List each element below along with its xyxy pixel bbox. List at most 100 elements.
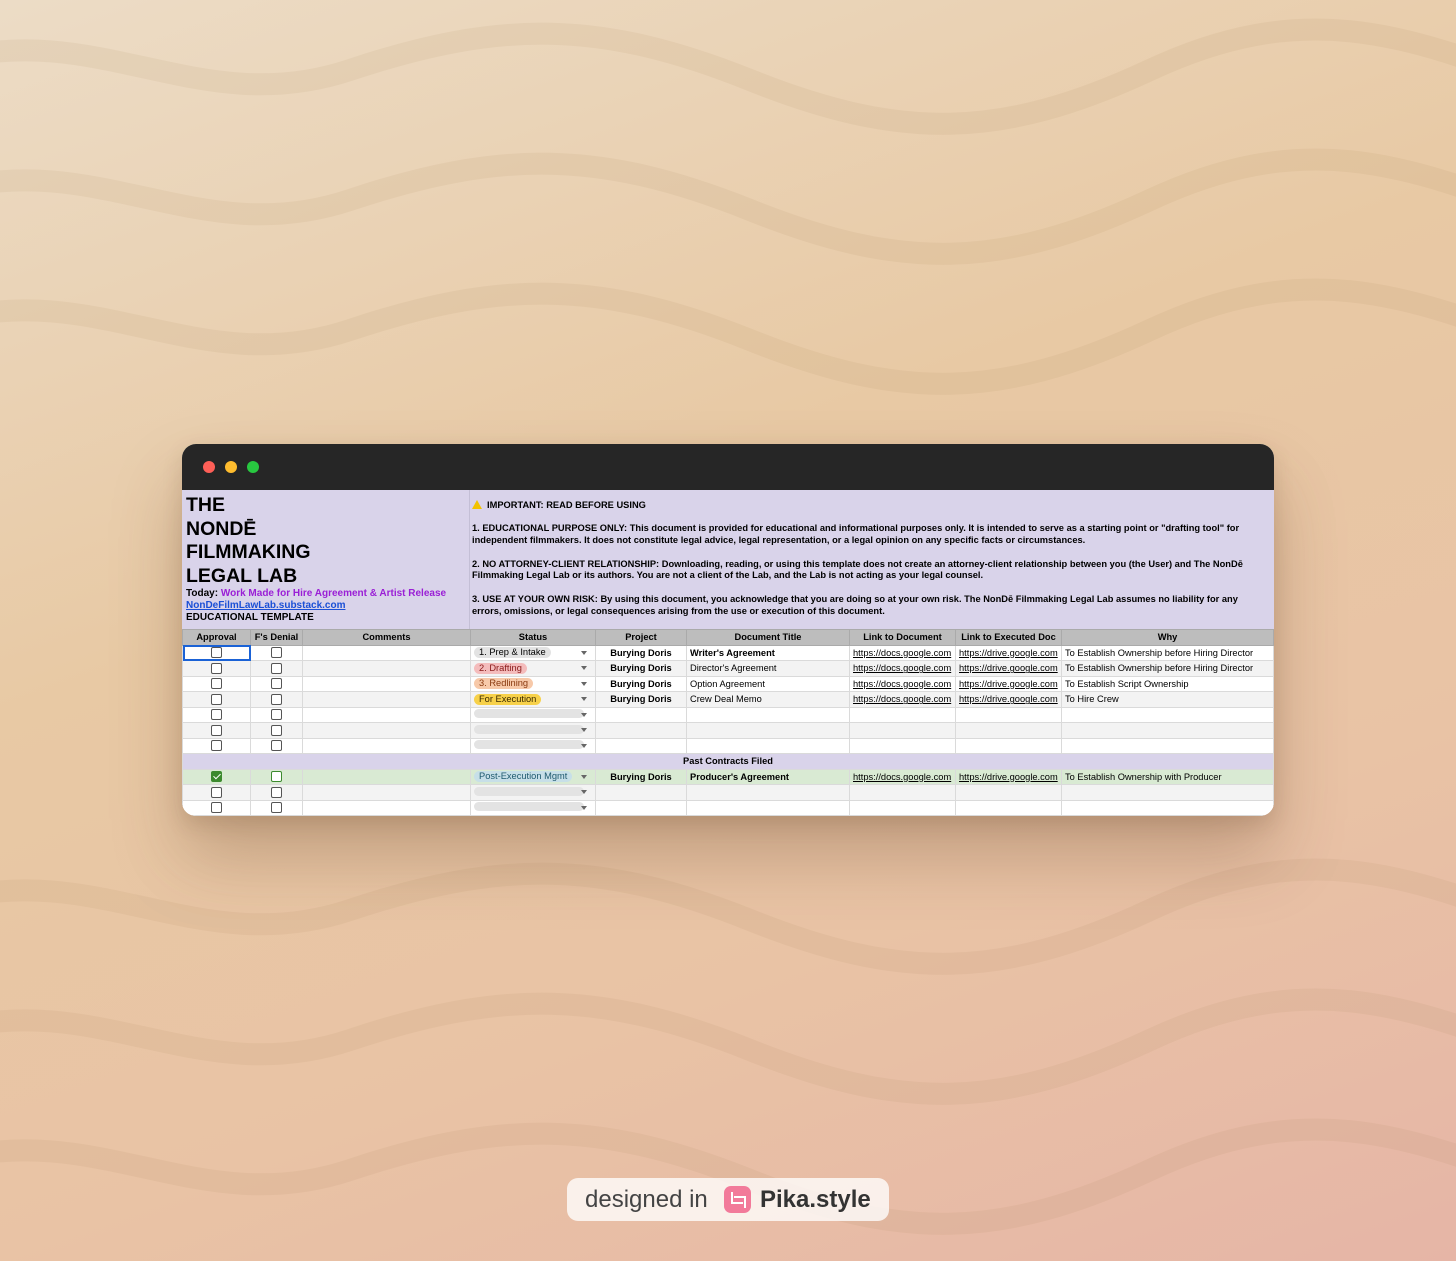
doc-link[interactable]: https://docs.google.com (849, 644, 956, 661)
denial-checkbox[interactable] (271, 786, 282, 798)
why-cell[interactable]: To Hire Crew (1061, 691, 1274, 708)
approval-checkbox[interactable] (211, 662, 222, 674)
denial-cell[interactable] (250, 644, 303, 661)
col-status[interactable]: Status (470, 629, 596, 646)
why-cell[interactable]: To Establish Ownership before Hiring Dir… (1061, 660, 1274, 677)
approval-cell[interactable] (182, 644, 251, 661)
section-label[interactable]: Past Contracts Filed (182, 753, 1274, 770)
status-dropdown[interactable]: 2. Drafting (470, 660, 596, 677)
exec-link[interactable]: https://drive.google.com (955, 644, 1062, 661)
doc-link[interactable]: https://docs.google.com (849, 691, 956, 708)
why-cell[interactable] (1061, 706, 1274, 723)
exec-link[interactable] (955, 784, 1062, 801)
exec-link[interactable]: https://drive.google.com (955, 691, 1062, 708)
title-cell[interactable]: Crew Deal Memo (686, 691, 850, 708)
approval-checkbox-checked[interactable] (211, 771, 222, 783)
project-cell[interactable]: Burying Doris (595, 768, 687, 785)
denial-checkbox[interactable] (271, 724, 282, 736)
why-cell[interactable]: To Establish Ownership before Hiring Dir… (1061, 644, 1274, 661)
project-cell[interactable]: Burying Doris (595, 660, 687, 677)
status-dropdown[interactable]: 3. Redlining (470, 675, 596, 692)
comments-cell[interactable] (302, 799, 471, 816)
status-dropdown[interactable]: Post-Execution Mgmt (470, 768, 596, 785)
why-cell[interactable]: To Establish Ownership with Producer (1061, 768, 1274, 785)
project-cell[interactable] (595, 784, 687, 801)
close-window-icon[interactable] (203, 461, 215, 473)
doc-link[interactable] (849, 799, 956, 816)
approval-checkbox[interactable] (211, 678, 222, 690)
comments-cell[interactable] (302, 660, 471, 677)
denial-checkbox[interactable] (271, 740, 282, 752)
approval-cell[interactable] (182, 660, 251, 677)
approval-cell[interactable] (182, 722, 251, 739)
col-why[interactable]: Why (1061, 629, 1274, 646)
minimize-window-icon[interactable] (225, 461, 237, 473)
title-cell[interactable] (686, 737, 850, 754)
col-link-document[interactable]: Link to Document (849, 629, 956, 646)
doc-link[interactable] (849, 722, 956, 739)
denial-cell[interactable] (250, 691, 303, 708)
exec-link[interactable] (955, 737, 1062, 754)
status-dropdown[interactable] (470, 722, 596, 739)
exec-link[interactable] (955, 706, 1062, 723)
col-denial[interactable]: F's Denial (250, 629, 303, 646)
substack-link[interactable]: NonDeFilmLawLab.substack.com (186, 600, 345, 611)
approval-cell[interactable] (182, 737, 251, 754)
denial-cell[interactable] (250, 737, 303, 754)
comments-cell[interactable] (302, 675, 471, 692)
denial-cell[interactable] (250, 706, 303, 723)
exec-link[interactable]: https://drive.google.com (955, 660, 1062, 677)
approval-cell[interactable] (182, 675, 251, 692)
approval-cell[interactable] (182, 691, 251, 708)
title-cell[interactable] (686, 799, 850, 816)
status-dropdown[interactable]: 1. Prep & Intake (470, 644, 596, 661)
title-cell[interactable]: Director's Agreement (686, 660, 850, 677)
status-dropdown[interactable] (470, 784, 596, 801)
approval-checkbox[interactable] (211, 647, 222, 659)
why-cell[interactable] (1061, 737, 1274, 754)
denial-cell[interactable] (250, 660, 303, 677)
title-cell[interactable]: Producer's Agreement (686, 768, 850, 785)
approval-cell[interactable] (182, 784, 251, 801)
doc-link[interactable]: https://docs.google.com (849, 768, 956, 785)
denial-checkbox[interactable] (271, 771, 282, 783)
denial-checkbox[interactable] (271, 693, 282, 705)
brand-cell[interactable]: THE NONDĒ FILMMAKING LEGAL LAB Today: Wo… (182, 490, 470, 629)
comments-cell[interactable] (302, 768, 471, 785)
exec-link[interactable]: https://drive.google.com (955, 675, 1062, 692)
title-cell[interactable] (686, 706, 850, 723)
disclaimer-cell[interactable]: IMPORTANT: READ BEFORE USING 1. EDUCATIO… (472, 500, 1268, 629)
approval-checkbox[interactable] (211, 693, 222, 705)
col-link-executed[interactable]: Link to Executed Doc (955, 629, 1062, 646)
project-cell[interactable] (595, 722, 687, 739)
denial-cell[interactable] (250, 675, 303, 692)
comments-cell[interactable] (302, 722, 471, 739)
designed-in-badge[interactable]: designed in Pika.style (567, 1178, 889, 1221)
approval-checkbox[interactable] (211, 786, 222, 798)
exec-link[interactable] (955, 799, 1062, 816)
approval-cell[interactable] (182, 706, 251, 723)
comments-cell[interactable] (302, 737, 471, 754)
approval-checkbox[interactable] (211, 802, 222, 814)
project-cell[interactable]: Burying Doris (595, 691, 687, 708)
title-cell[interactable]: Option Agreement (686, 675, 850, 692)
status-dropdown[interactable] (470, 799, 596, 816)
denial-checkbox[interactable] (271, 678, 282, 690)
denial-checkbox[interactable] (271, 647, 282, 659)
approval-checkbox[interactable] (211, 709, 222, 721)
doc-link[interactable] (849, 737, 956, 754)
status-dropdown[interactable] (470, 706, 596, 723)
denial-checkbox[interactable] (271, 662, 282, 674)
title-cell[interactable] (686, 722, 850, 739)
project-cell[interactable]: Burying Doris (595, 675, 687, 692)
status-dropdown[interactable] (470, 737, 596, 754)
title-cell[interactable]: Writer's Agreement (686, 644, 850, 661)
why-cell[interactable] (1061, 784, 1274, 801)
denial-cell[interactable] (250, 799, 303, 816)
comments-cell[interactable] (302, 784, 471, 801)
comments-cell[interactable] (302, 644, 471, 661)
doc-link[interactable]: https://docs.google.com (849, 660, 956, 677)
denial-cell[interactable] (250, 722, 303, 739)
why-cell[interactable] (1061, 722, 1274, 739)
title-cell[interactable] (686, 784, 850, 801)
